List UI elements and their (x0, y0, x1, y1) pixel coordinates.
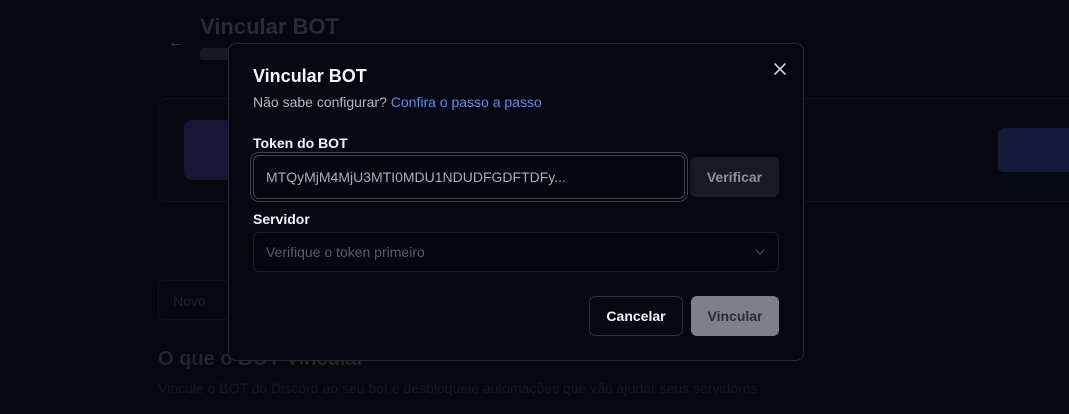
background-card-icon (184, 120, 232, 180)
server-select[interactable]: Verifique o token primeiro (253, 232, 779, 272)
dialog-subtitle-text: Não sabe configurar? (253, 94, 387, 110)
token-input[interactable] (253, 155, 685, 199)
background-title: Vincular BOT (200, 14, 339, 39)
cancel-button[interactable]: Cancelar (589, 296, 683, 336)
link-bot-submit-button[interactable]: Vincular (691, 296, 779, 336)
verify-button[interactable]: Verificar (690, 157, 779, 197)
dialog-title: Vincular BOT (253, 66, 367, 86)
token-label: Token do BOT (253, 135, 348, 151)
link-bot-dialog: Vincular BOT Não sabe configurar? Confir… (228, 43, 804, 361)
server-select-placeholder: Verifique o token primeiro (266, 244, 425, 260)
arrow-left-icon: ← (168, 34, 184, 51)
chevron-down-icon (755, 249, 765, 255)
close-button[interactable] (769, 58, 791, 80)
background-input: Novo (158, 280, 230, 320)
background-card-button (998, 128, 1069, 172)
server-label: Servidor (253, 211, 310, 227)
background-description: Vincule o BOT do Discord ao seu bot e de… (158, 380, 758, 396)
dialog-subtitle: Não sabe configurar? Confira o passo a p… (253, 94, 542, 110)
close-icon (774, 63, 786, 75)
tutorial-link[interactable]: Confira o passo a passo (391, 94, 542, 110)
